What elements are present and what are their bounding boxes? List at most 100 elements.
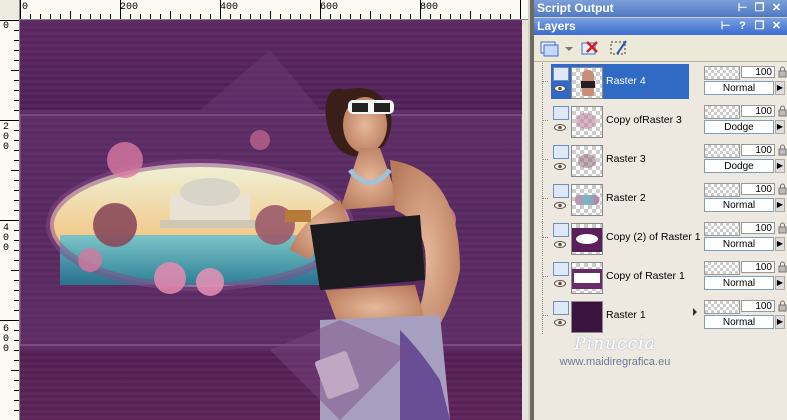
lock-icon[interactable] [778, 183, 787, 195]
opacity-value[interactable]: 100 [741, 183, 775, 195]
lock-icon[interactable] [778, 105, 787, 117]
blend-mode-arrow-icon[interactable]: ▶ [775, 198, 785, 212]
layers-panel-title[interactable]: Layers ⊢ ? ❐ ✕ [534, 18, 787, 35]
opacity-slider[interactable] [704, 222, 740, 236]
close-icon[interactable]: ✕ [770, 20, 783, 32]
canvas-vertical-scrollbar[interactable] [522, 20, 528, 420]
blend-mode-arrow-icon[interactable]: ▶ [775, 81, 785, 95]
opacity-value[interactable]: 100 [741, 300, 775, 312]
blend-mode-select[interactable]: Normal [704, 81, 774, 95]
opacity-slider[interactable] [704, 261, 740, 275]
canvas-area[interactable]: 0 200 400 600 800 0 200 400 600 [0, 0, 528, 420]
restore-icon[interactable]: ❐ [753, 2, 766, 14]
ruler-tick [450, 14, 451, 19]
layer-thumbnail [571, 223, 603, 255]
blend-mode-arrow-icon[interactable]: ▶ [775, 120, 785, 134]
ruler-tick [11, 270, 19, 271]
tree-connector [542, 237, 548, 238]
ruler-label-h800: 800 [420, 2, 439, 13]
lock-icon[interactable] [778, 261, 787, 273]
delete-layer-button[interactable] [578, 38, 600, 58]
opacity-slider[interactable] [704, 66, 740, 80]
pin-icon[interactable]: ⊢ [736, 2, 749, 14]
blend-mode-select[interactable]: Normal [704, 276, 774, 290]
opacity-slider[interactable] [704, 300, 740, 314]
layer-row[interactable]: Copy (2) of Raster 1 [537, 219, 701, 256]
eye-icon[interactable] [554, 241, 566, 248]
layer-name-box[interactable]: Copy ofRaster 3 [551, 103, 689, 138]
help-icon[interactable]: ? [736, 20, 749, 32]
blend-mode-select[interactable]: Dodge [704, 159, 774, 173]
close-icon[interactable]: ✕ [770, 2, 783, 14]
ruler-tick [510, 14, 511, 19]
opacity-value[interactable]: 100 [741, 222, 775, 234]
ruler-tick [130, 14, 131, 19]
blend-mode-select[interactable]: Normal [704, 315, 774, 329]
raster-layer-icon[interactable] [553, 184, 569, 198]
opacity-value[interactable]: 100 [741, 261, 775, 273]
ruler-label-h0: 0 [22, 2, 29, 13]
layer-name-box[interactable]: Copy of Raster 1 [551, 259, 689, 294]
layers-panel-splitter[interactable] [692, 300, 698, 324]
layer-thumbnail [571, 145, 603, 177]
raster-layer-icon[interactable] [553, 106, 569, 120]
blend-mode-arrow-icon[interactable]: ▶ [775, 276, 785, 290]
lock-icon[interactable] [778, 300, 787, 312]
ruler-label-v0: 0 [3, 21, 10, 32]
layer-row[interactable]: Raster 4 [537, 63, 697, 100]
ruler-tick [370, 11, 371, 19]
layer-name-box[interactable]: Raster 3 [551, 142, 689, 177]
pin-icon[interactable]: ⊢ [719, 20, 732, 32]
layer-row[interactable]: Raster 1 [537, 297, 697, 334]
eye-icon[interactable] [554, 85, 566, 92]
layer-name-box[interactable]: Raster 1 [551, 298, 689, 333]
layer-row[interactable]: Raster 2 [537, 180, 697, 217]
eye-icon[interactable] [554, 319, 566, 326]
ruler-tick [14, 180, 19, 181]
opacity-slider[interactable] [704, 144, 740, 158]
ruler-label-v200: 200 [3, 122, 10, 153]
layer-name-box[interactable]: Raster 4 [551, 64, 689, 99]
blend-mode-select[interactable]: Dodge [704, 120, 774, 134]
layer-name-box[interactable]: Copy (2) of Raster 1 [551, 220, 701, 255]
ruler-tick [410, 14, 411, 19]
raster-layer-icon[interactable] [553, 223, 569, 237]
layer-row[interactable]: Raster 3 [537, 141, 697, 178]
raster-layer-icon[interactable] [553, 301, 569, 315]
blend-mode-arrow-icon[interactable]: ▶ [775, 237, 785, 251]
blend-mode-arrow-icon[interactable]: ▶ [775, 159, 785, 173]
layer-name-box[interactable]: Raster 2 [551, 181, 689, 216]
layer-row[interactable]: Copy ofRaster 3 [537, 102, 697, 139]
blend-mode-select[interactable]: Normal [704, 198, 774, 212]
blend-mode-select[interactable]: Normal [704, 237, 774, 251]
eye-icon[interactable] [554, 163, 566, 170]
eye-icon[interactable] [554, 280, 566, 287]
edit-selection-button[interactable] [608, 38, 630, 58]
opacity-value[interactable]: 100 [741, 105, 775, 117]
raster-layer-icon[interactable] [553, 262, 569, 276]
raster-layer-icon[interactable] [553, 67, 569, 81]
ruler-tick [90, 14, 91, 19]
ruler-tick [14, 250, 19, 251]
ruler-tick [150, 14, 151, 19]
opacity-value[interactable]: 100 [741, 66, 775, 78]
script-output-panel-title[interactable]: Script Output ⊢ ❐ ✕ [534, 0, 787, 17]
lock-icon[interactable] [778, 222, 787, 234]
layer-row[interactable]: Copy of Raster 1 [537, 258, 697, 295]
lock-icon[interactable] [778, 66, 787, 78]
layer-properties-row: 100 Normal ▶ [701, 179, 787, 216]
eye-icon[interactable] [554, 124, 566, 131]
ruler-tick [330, 14, 331, 19]
ruler-tick [11, 70, 19, 71]
eye-icon[interactable] [554, 202, 566, 209]
blend-mode-arrow-icon[interactable]: ▶ [775, 315, 785, 329]
new-raster-layer-button[interactable] [538, 38, 560, 58]
opacity-value[interactable]: 100 [741, 144, 775, 156]
restore-icon[interactable]: ❐ [753, 20, 766, 32]
ruler-tick [14, 40, 19, 41]
raster-layer-icon[interactable] [553, 145, 569, 159]
lock-icon[interactable] [778, 144, 787, 156]
canvas-image[interactable] [20, 20, 522, 420]
opacity-slider[interactable] [704, 105, 740, 119]
opacity-slider[interactable] [704, 183, 740, 197]
